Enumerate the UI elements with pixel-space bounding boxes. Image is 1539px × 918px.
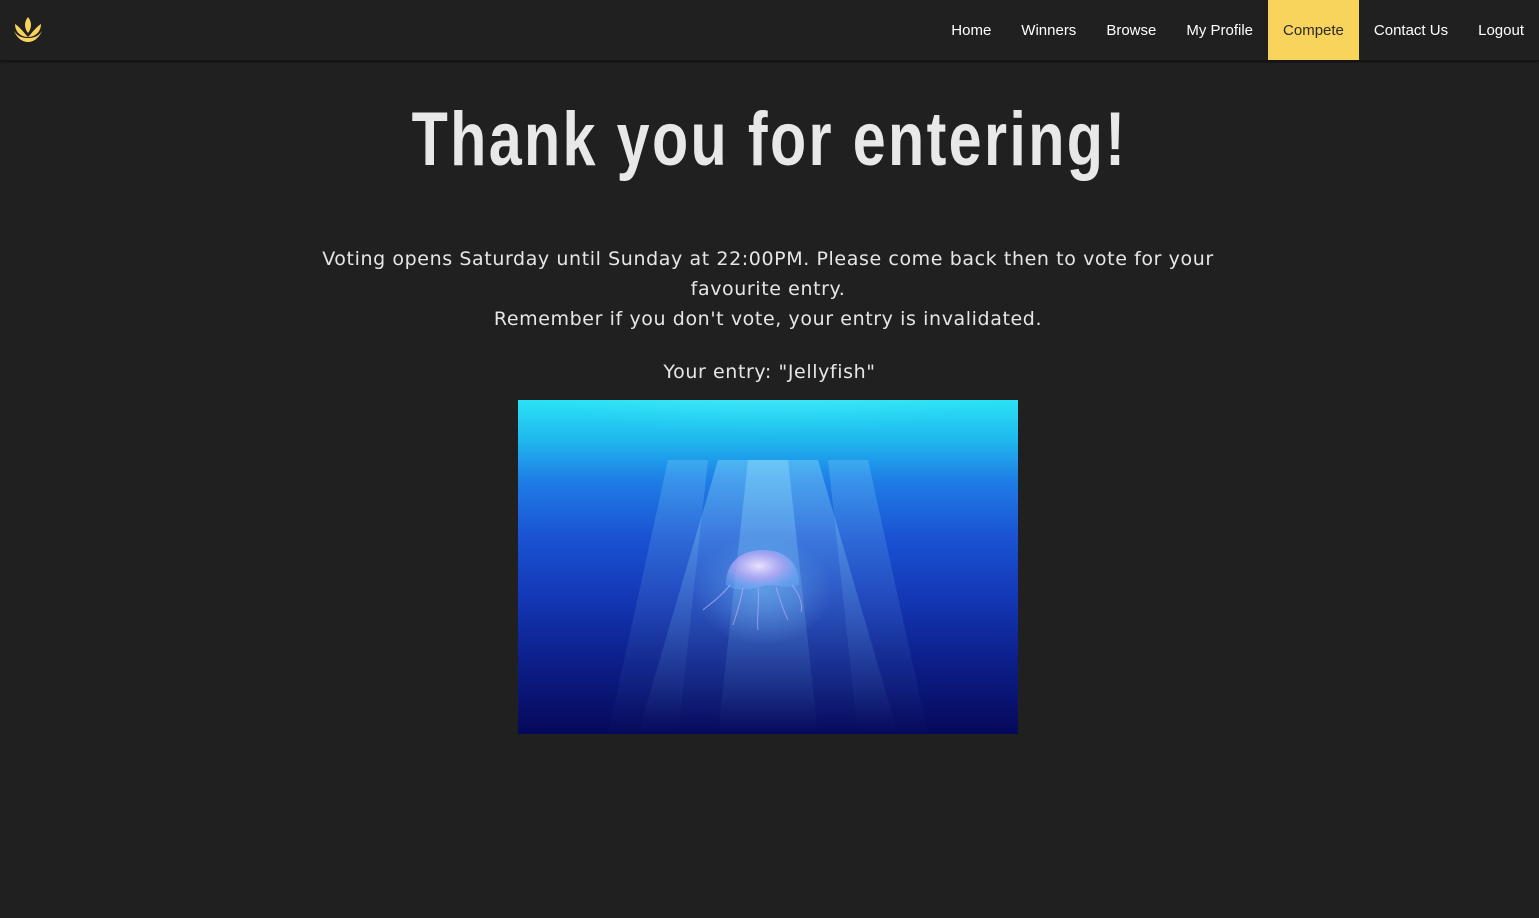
nav-links: Home Winners Browse My Profile Compete C…	[936, 0, 1539, 60]
nav-home[interactable]: Home	[936, 0, 1006, 60]
jellyfish-illustration	[518, 400, 1018, 734]
voting-info-line1: Voting opens Saturday until Sunday at 22…	[322, 248, 1214, 300]
entry-label: Your entry: "Jellyfish"	[663, 361, 876, 383]
nav-contact-us[interactable]: Contact Us	[1359, 0, 1463, 60]
nav-logout[interactable]: Logout	[1463, 0, 1539, 60]
nav-winners[interactable]: Winners	[1006, 0, 1091, 60]
top-navbar: Home Winners Browse My Profile Compete C…	[0, 0, 1539, 61]
lotus-logo-icon[interactable]	[12, 15, 44, 43]
page-title: Thank you for entering!	[411, 97, 1128, 182]
entry-image	[518, 400, 1018, 734]
nav-compete[interactable]: Compete	[1268, 0, 1359, 60]
nav-my-profile[interactable]: My Profile	[1171, 0, 1268, 60]
voting-info-line2: Remember if you don't vote, your entry i…	[493, 308, 1043, 330]
voting-info: Voting opens Saturday until Sunday at 22…	[280, 244, 1256, 334]
nav-browse[interactable]: Browse	[1091, 0, 1171, 60]
